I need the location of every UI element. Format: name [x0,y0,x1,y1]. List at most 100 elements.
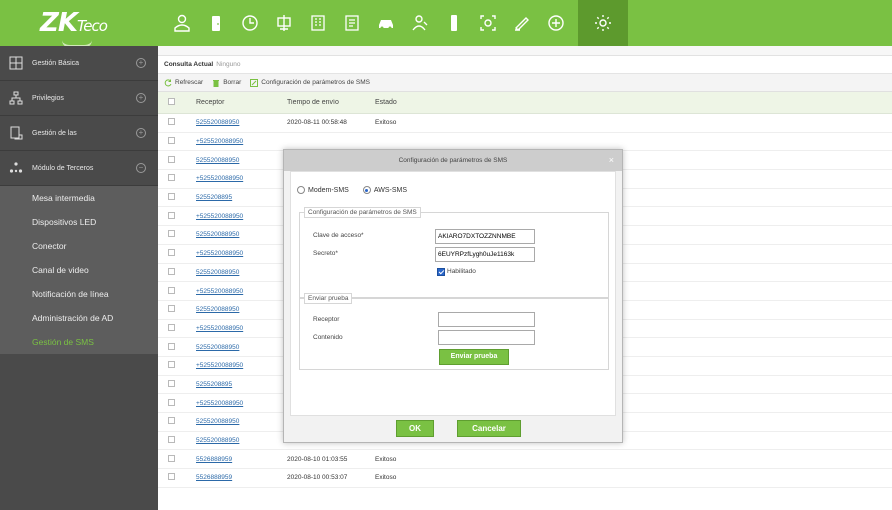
row-checkbox[interactable] [168,436,175,444]
row-checkbox[interactable] [168,249,175,257]
receiver-cell[interactable]: +525520088950 [188,325,281,332]
refresh-button[interactable]: Refrescar [164,74,203,92]
phone-icon[interactable] [437,0,471,46]
column-header-time[interactable]: Tiempo de envío [281,99,375,106]
enabled-label: Habilitado [447,268,476,275]
row-checkbox[interactable] [168,118,175,126]
refresh-icon [164,78,172,86]
row-checkbox[interactable] [168,267,175,275]
receiver-cell[interactable]: 525520088950 [188,231,281,238]
sidebar-item-sms-management[interactable]: Gestión de SMS [0,330,158,354]
receiver-cell[interactable]: 5255208895 [188,194,281,201]
sidebar-item-led-devices[interactable]: Dispositivos LED [0,210,158,234]
close-icon[interactable]: × [609,150,614,171]
receiver-cell[interactable]: 525520088950 [188,344,281,351]
car-icon[interactable] [369,0,403,46]
column-header-receiver[interactable]: Receptor [188,99,281,106]
select-all-checkbox[interactable] [168,98,175,105]
visitor-icon[interactable] [403,0,437,46]
secret-input[interactable] [435,247,535,262]
dialog-title-bar: Configuración de parámetros de SMS × [284,150,622,171]
receiver-cell[interactable]: +525520088950 [188,138,281,145]
sidebar-group-devices[interactable]: Gestión de las + [0,116,158,151]
row-checkbox[interactable] [168,379,175,387]
table-row[interactable]: 525520088950 2020-08-11 00:58:48 Exitoso [158,114,892,133]
sms-config-button[interactable]: Configuración de parámetros de SMS [250,74,370,92]
modem-sms-radio[interactable] [297,186,305,194]
sidebar-item-video-channel[interactable]: Canal de video [0,258,158,282]
receiver-cell[interactable]: 5526888959 [188,456,281,463]
door-icon[interactable] [199,0,233,46]
sidebar-item-intermediate-table[interactable]: Mesa intermedia [0,186,158,210]
row-checkbox[interactable] [168,473,175,481]
module-icon-bar [165,0,628,46]
receiver-cell[interactable]: 525520088950 [188,119,281,126]
table-row[interactable]: 5526888959 2020-08-10 01:03:55 Exitoso [158,450,892,470]
sms-config-fieldset: Configuración de parámetros de SMS Clave… [299,207,609,298]
pen-icon[interactable] [505,0,539,46]
row-checkbox[interactable] [168,230,175,238]
row-checkbox[interactable] [168,211,175,219]
row-checkbox[interactable] [168,454,175,462]
column-header-state[interactable]: Estado [375,99,435,106]
plus-circle-icon[interactable] [539,0,573,46]
cancel-button[interactable]: Cancelar [457,420,521,437]
receiver-cell[interactable]: +525520088950 [188,175,281,182]
sidebar-item-line-notification[interactable]: Notificación de línea [0,282,158,306]
sidebar-item-ad-management[interactable]: Administración de AD [0,306,158,330]
grid-building-icon[interactable] [301,0,335,46]
receiver-cell[interactable]: 525520088950 [188,437,281,444]
expand-icon[interactable]: + [136,128,146,138]
sidebar-group-privileges[interactable]: Privilegios + [0,81,158,116]
document-icon[interactable] [335,0,369,46]
send-test-button[interactable]: Enviar prueba [439,349,509,365]
content-label: Contenido [313,334,343,341]
sidebar-group-basic[interactable]: Gestión Básica + [0,46,158,81]
receiver-cell[interactable]: 525520088950 [188,269,281,276]
user-icon[interactable] [165,0,199,46]
row-checkbox[interactable] [168,398,175,406]
clock-icon[interactable] [233,0,267,46]
delete-button[interactable]: Borrar [212,74,241,92]
test-content-input[interactable] [438,330,535,345]
receiver-cell[interactable]: +525520088950 [188,288,281,295]
receiver-cell[interactable]: +525520088950 [188,213,281,220]
table-row[interactable]: 5526888959 2020-08-10 00:53:07 Exitoso [158,469,892,488]
row-checkbox[interactable] [168,174,175,182]
receiver-cell[interactable]: +525520088950 [188,362,281,369]
receiver-cell[interactable]: 525520088950 [188,306,281,313]
receiver-cell[interactable]: 525520088950 [188,157,281,164]
row-checkbox[interactable] [168,305,175,313]
receiver-cell[interactable]: 5526888959 [188,474,281,481]
receiver-cell[interactable]: 5255208895 [188,381,281,388]
row-checkbox[interactable] [168,193,175,201]
sidebar-group-third-party[interactable]: Módulo de Terceros − [0,151,158,186]
device-icon [10,126,23,140]
sidebar-item-connector[interactable]: Conector [0,234,158,258]
expand-icon[interactable]: + [136,58,146,68]
receiver-cell[interactable]: +525520088950 [188,400,281,407]
edit-icon [250,78,259,87]
receiver-cell[interactable]: 525520088950 [188,418,281,425]
row-checkbox[interactable] [168,361,175,369]
face-scan-icon[interactable] [471,0,505,46]
toolbar: Refrescar Borrar Configuración de paráme… [158,74,892,92]
expand-icon[interactable]: + [136,93,146,103]
receiver-cell[interactable]: +525520088950 [188,250,281,257]
row-checkbox[interactable] [168,323,175,331]
state-cell: Exitoso [375,119,397,127]
row-checkbox[interactable] [168,155,175,163]
row-checkbox[interactable] [168,286,175,294]
row-checkbox[interactable] [168,342,175,350]
test-receiver-input[interactable] [438,312,535,327]
aws-sms-radio[interactable] [362,186,371,194]
enabled-checkbox[interactable] [437,268,445,276]
row-checkbox[interactable] [168,417,175,425]
time-cell: 2020-08-10 00:53:07 [287,474,348,482]
access-key-input[interactable] [435,229,535,244]
collapse-icon[interactable]: − [136,163,146,173]
ok-button[interactable]: OK [396,420,434,437]
elevator-icon[interactable] [267,0,301,46]
row-checkbox[interactable] [168,137,175,145]
gear-icon[interactable] [578,0,628,46]
